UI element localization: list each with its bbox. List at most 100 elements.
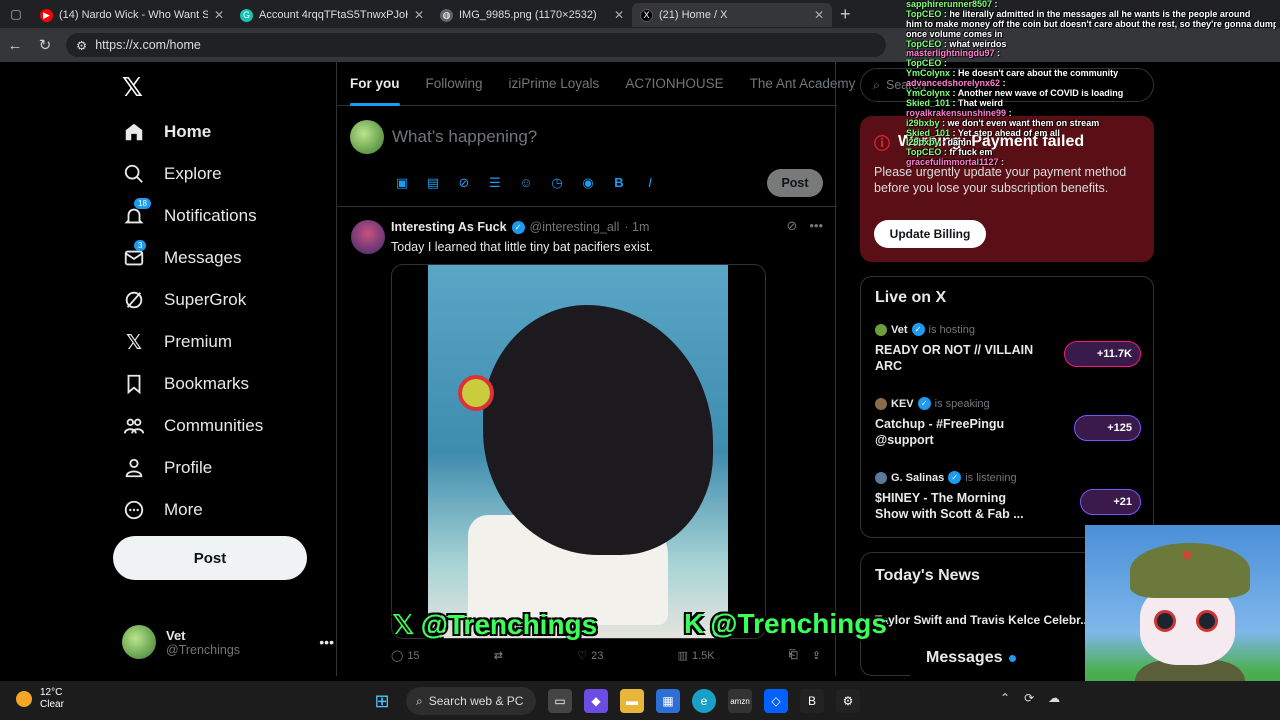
sidebar-item-premium[interactable]: 𝕏 Premium [122, 324, 232, 360]
retweet-button[interactable]: ⇄ [494, 649, 503, 662]
browser-tab-1[interactable]: G Account 4rqqTFtaS5TnwxPJoH69 ✕ [232, 3, 432, 27]
emoji-icon[interactable]: ☺ [517, 175, 535, 191]
tweet[interactable]: Interesting As Fuck ✓ @interesting_all ·… [337, 208, 837, 676]
chat-user: royalkrakensunshine99 [906, 108, 1007, 118]
tab-title: Account 4rqqTFtaS5TnwxPJoH69 [259, 9, 408, 21]
account-switcher[interactable]: Vet @Trenchings ••• [122, 622, 334, 662]
tab-ac7ionhouse[interactable]: AC7IONHOUSE [612, 62, 736, 106]
tab-following[interactable]: Following [413, 62, 496, 106]
browser-tab-0[interactable]: ▶ (14) Nardo Wick - Who Want Sm ✕ [32, 3, 232, 27]
ellipsis-icon[interactable]: ••• [809, 218, 823, 234]
chat-line: Skied_101 : Yet step ahead of em all [906, 128, 1060, 138]
close-tab-icon[interactable]: ✕ [414, 8, 424, 22]
dropbox-icon[interactable]: ◇ [764, 689, 788, 713]
share-icon[interactable]: ⇪ [812, 649, 821, 662]
schedule-icon[interactable]: ◷ [548, 175, 566, 191]
cloud-icon[interactable]: ☁ [1048, 691, 1060, 705]
sidebar-item-label: More [164, 500, 203, 519]
chat-line: sapphirerunner8507 : [906, 0, 998, 9]
chevron-up-icon[interactable]: ⌃ [1000, 691, 1010, 705]
chat-user: TopCEO [906, 39, 942, 49]
location-icon[interactable]: ◉ [579, 175, 597, 191]
edge-icon[interactable]: e [692, 689, 716, 713]
sidebar-item-communities[interactable]: Communities [122, 408, 263, 444]
tab-the-ant-academy[interactable]: The Ant Academy [737, 62, 869, 106]
avatar[interactable] [351, 220, 385, 254]
chat-user: i29bxby [906, 118, 940, 128]
sidebar-item-home[interactable]: Home [122, 114, 211, 150]
sidebar-item-supergrok[interactable]: SuperGrok [122, 282, 246, 318]
tweet-text: Today I learned that little tiny bat pac… [391, 240, 653, 254]
views-button[interactable]: ▥ 1.5K [677, 649, 715, 663]
back-icon[interactable]: ← [0, 37, 30, 54]
live-item[interactable]: KEV ✓ is speaking Catchup - #FreePingu @… [875, 397, 1143, 449]
italic-icon[interactable]: I [641, 175, 659, 191]
sidebar-item-notifications[interactable]: 18 Notifications [122, 198, 257, 234]
composer-post-button[interactable]: Post [767, 169, 823, 197]
close-tab-icon[interactable]: ✕ [614, 8, 624, 22]
sidebar-item-bookmarks[interactable]: Bookmarks [122, 366, 249, 402]
copilot-icon[interactable]: ◆ [584, 689, 608, 713]
windows-start-icon[interactable]: ⊞ [370, 689, 394, 713]
weather-widget[interactable]: 12°C Clear [16, 687, 64, 711]
live-item[interactable]: G. Salinas ✓ is listening $HINEY - The M… [875, 471, 1143, 523]
tweet-video[interactable] [391, 264, 766, 639]
chat-line: i29bxby : damn [906, 138, 972, 148]
tab-iziprime-loyals[interactable]: iziPrime Loyals [496, 62, 613, 106]
ellipsis-icon[interactable]: ••• [319, 634, 334, 650]
sidebar-item-explore[interactable]: Explore [122, 156, 222, 192]
chat-message: what weirdos [949, 39, 1007, 49]
sidebar-item-more[interactable]: More [122, 492, 203, 528]
avatar [875, 323, 887, 336]
close-tab-icon[interactable]: ✕ [814, 8, 824, 22]
reply-button[interactable]: ◯ 15 [391, 649, 420, 663]
file-explorer-icon[interactable]: ▬ [620, 689, 644, 713]
reload-icon[interactable]: ↻ [30, 36, 60, 54]
tweet-time[interactable]: · 1m [624, 220, 649, 234]
compose-input[interactable]: What’s happening? [392, 127, 537, 147]
chat-line: once volume comes in [906, 30, 1276, 40]
site-info-icon[interactable]: ⚙ [76, 38, 87, 53]
chart-icon: ▥ [677, 650, 688, 662]
sync-icon[interactable]: ⟳ [1024, 691, 1034, 705]
tab-actions-icon[interactable]: ▢ [0, 0, 32, 28]
bookmark-icon[interactable]: ⎗ [789, 649, 798, 662]
screen: ▢ ▶ (14) Nardo Wick - Who Want Sm ✕ G Ac… [0, 0, 1280, 720]
task-view-icon[interactable]: ▭ [548, 689, 572, 713]
notification-badge: 18 [134, 198, 151, 209]
steam-icon[interactable]: ⚙ [836, 689, 860, 713]
post-button[interactable]: Post [113, 536, 307, 580]
close-tab-icon[interactable]: ✕ [214, 8, 224, 22]
chat-line: TopCEO : fr fuck em [906, 148, 993, 158]
unread-dot-icon [1008, 654, 1016, 662]
live-item[interactable]: Vet ✓ is hosting READY OR NOT // VILLAIN… [875, 323, 1143, 375]
new-tab-icon[interactable]: + [840, 4, 851, 25]
sidebar-item-messages[interactable]: 3 Messages [122, 240, 241, 276]
tab-for-you[interactable]: For you [337, 62, 413, 106]
watermark-handle: @Trenchings [420, 608, 598, 640]
chat-user: Skied_101 [906, 128, 951, 138]
news-item[interactable]: Taylor Swift and Travis Kelce Celebr... [875, 613, 1090, 627]
b-app-icon[interactable]: B [800, 689, 824, 713]
gif-icon[interactable]: ▤ [424, 175, 442, 191]
live-host: KEV ✓ is speaking [875, 397, 1143, 410]
browser-tab-3[interactable]: X (21) Home / X ✕ [632, 3, 832, 27]
tweet-author-name[interactable]: Interesting As Fuck [391, 220, 507, 234]
grok-icon[interactable]: ⊘ [786, 218, 797, 234]
like-button[interactable]: ♡ 23 [577, 649, 603, 663]
tweet-author-handle[interactable]: @interesting_all [530, 220, 620, 234]
bold-icon[interactable]: B [610, 175, 628, 191]
amazon-icon[interactable]: amzn [728, 689, 752, 713]
image-icon[interactable]: ▣ [393, 175, 411, 191]
store-icon[interactable]: ▦ [656, 689, 680, 713]
messages-drawer[interactable]: Messages [910, 640, 1090, 676]
browser-tab-2[interactable]: ◍ IMG_9985.png (1170×2532) ✕ [432, 3, 632, 27]
taskbar-search[interactable]: ⌕ Search web & PC [406, 687, 536, 715]
sidebar-item-profile[interactable]: Profile [122, 450, 212, 486]
x-logo-icon[interactable]: 𝕏 [122, 72, 143, 103]
poll-icon[interactable]: ☰ [486, 175, 504, 191]
chat-user: advancedshorelynx62 [906, 79, 1001, 89]
url-field[interactable]: ⚙ https://x.com/home [66, 33, 886, 57]
grok-icon[interactable]: ⊘ [455, 175, 473, 191]
chat-line: YmColynx : Another new wave of COVID is … [906, 89, 1124, 99]
